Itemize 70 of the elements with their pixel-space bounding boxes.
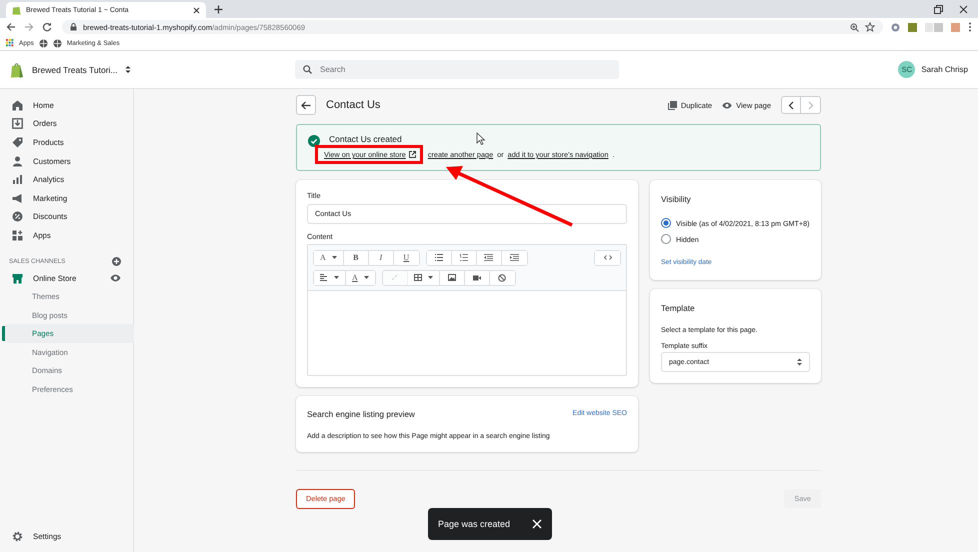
toast-message: Page was created: [438, 519, 510, 529]
apps-icon: [12, 230, 23, 241]
megaphone-icon: [12, 192, 23, 204]
copy-icon: [668, 100, 677, 110]
sort-icon: [797, 358, 802, 366]
reload-icon[interactable]: [42, 22, 52, 32]
check-circle-icon: [308, 135, 320, 147]
table-icon: [414, 274, 422, 281]
numbered-list-icon: [460, 254, 468, 261]
image-icon: [448, 274, 456, 281]
bullets-tool[interactable]: [426, 250, 452, 264]
radio-button[interactable]: [661, 218, 671, 228]
link-icon: [391, 274, 398, 281]
bag-icon: [12, 5, 21, 15]
card-heading: Visibility: [661, 194, 692, 204]
align-tool[interactable]: [314, 270, 346, 284]
close-icon[interactable]: [959, 4, 968, 14]
star-icon[interactable]: [865, 22, 875, 32]
caret-icon: [332, 256, 337, 259]
settings-icon: [12, 531, 23, 542]
apps-grid-icon[interactable]: [6, 39, 14, 47]
code-icon: [604, 255, 612, 260]
search-field[interactable]: Search: [295, 60, 619, 79]
restore-icon[interactable]: [934, 4, 943, 14]
shopping-bag-icon: [10, 62, 24, 78]
user-name[interactable]: Sarah Chrisp: [921, 65, 968, 74]
more-icon[interactable]: [968, 22, 972, 32]
caret-icon: [428, 276, 433, 279]
eye-icon[interactable]: [110, 274, 121, 282]
rich-text-editor[interactable]: A B I U A: [307, 244, 627, 376]
caret-icon: [364, 276, 369, 279]
zoom-icon[interactable]: [850, 22, 859, 32]
font-tool[interactable]: A: [314, 250, 344, 264]
store-switcher[interactable]: Brewed Treats Tutori...: [32, 64, 131, 74]
external-link-icon: [408, 151, 416, 158]
cursor-icon: [476, 132, 486, 145]
close-icon[interactable]: [193, 6, 200, 14]
new-tab-icon[interactable]: [214, 4, 223, 14]
search-icon: [303, 65, 312, 74]
video-camera-icon: [472, 274, 481, 280]
outdent-icon: [484, 254, 494, 261]
back-icon[interactable]: [6, 22, 16, 32]
back-arrow-icon: [301, 100, 311, 110]
page-title: Contact Us: [326, 99, 380, 111]
lock-icon: [70, 23, 77, 31]
add-icon[interactable]: [112, 257, 121, 266]
storefront-icon: [12, 272, 23, 284]
eye-icon: [722, 102, 732, 108]
card-heading: Search engine listing preview: [307, 408, 415, 418]
tag-icon: [12, 136, 23, 148]
clear-format-icon: [498, 274, 506, 282]
bars-icon: [12, 174, 23, 186]
person-icon: [12, 156, 23, 167]
discount-icon: [12, 211, 23, 222]
caret-icon: [334, 276, 339, 279]
globe-icon[interactable]: [38, 38, 48, 48]
sort-icon: [124, 65, 131, 74]
banner-title: Contact Us created: [329, 134, 402, 144]
card-heading: Template: [661, 303, 696, 313]
radio-button[interactable]: [661, 234, 671, 244]
align-left-icon: [320, 274, 328, 281]
previous-button[interactable]: [781, 96, 801, 114]
globe-icon: [52, 38, 62, 48]
home-icon: [12, 100, 23, 111]
indent-icon: [510, 254, 519, 261]
orders-icon: [12, 118, 23, 130]
back-button[interactable]: [296, 95, 316, 115]
bullet-list-icon: [434, 254, 443, 261]
chevron-right-icon: [808, 100, 814, 110]
chevron-left-icon: [788, 100, 794, 110]
